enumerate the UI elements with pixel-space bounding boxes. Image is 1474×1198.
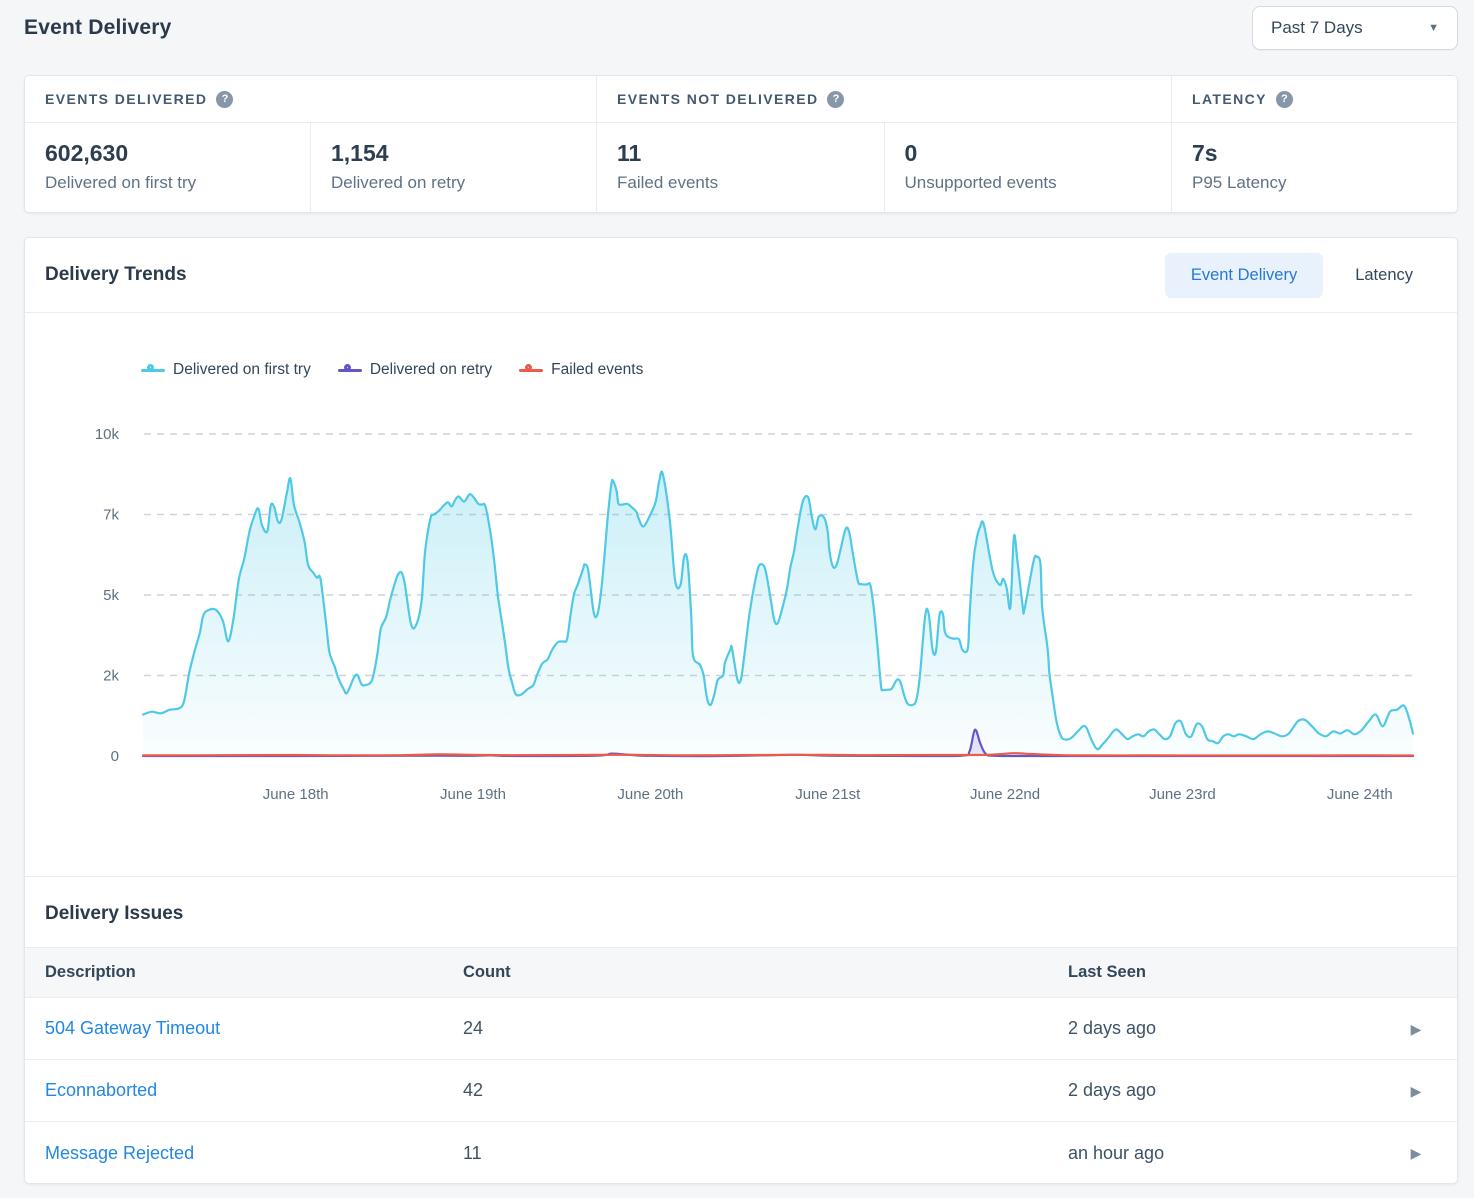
issue-link[interactable]: 504 Gateway Timeout bbox=[25, 1018, 463, 1039]
metric-value: 602,630 bbox=[45, 140, 290, 167]
trends-tabs: Event Delivery Latency bbox=[1165, 253, 1439, 298]
legend-item[interactable]: Failed events bbox=[519, 361, 643, 379]
legend-label: Delivered on retry bbox=[370, 361, 492, 379]
stat-group-body: 11 Failed events 0 Unsupported events bbox=[597, 123, 1171, 212]
x-axis-label: June 18th bbox=[263, 786, 329, 803]
y-axis-label: 5k bbox=[103, 587, 119, 604]
help-icon[interactable]: ? bbox=[1276, 91, 1293, 108]
table-header-row: Description Count Last Seen bbox=[25, 947, 1457, 998]
chevron-down-icon: ▼ bbox=[1428, 22, 1439, 34]
page-header: Event Delivery Past 7 Days ▼ bbox=[0, 0, 1474, 61]
page-title: Event Delivery bbox=[24, 16, 1458, 40]
delivery-issues-header: Delivery Issues bbox=[25, 876, 1457, 947]
stat-group-body: 602,630 Delivered on first try 1,154 Del… bbox=[25, 123, 596, 212]
delivery-trends-card: Delivery Trends Event Delivery Latency D… bbox=[24, 237, 1458, 1184]
chart-legend: Delivered on first try Delivered on retry… bbox=[141, 361, 643, 379]
chevron-right-icon[interactable]: ▶ bbox=[1411, 1146, 1422, 1160]
table-row: Econnaborted 42 2 days ago ▶ bbox=[25, 1060, 1457, 1122]
series-area-delivered-on-first-try bbox=[143, 472, 1413, 756]
issue-last-seen: an hour ago bbox=[1068, 1143, 1375, 1164]
issue-count: 42 bbox=[463, 1080, 1068, 1101]
help-icon[interactable]: ? bbox=[216, 91, 233, 108]
stat-group-latency: LATENCY ? 7s P95 Latency bbox=[1171, 76, 1457, 212]
time-range-dropdown[interactable]: Past 7 Days ▼ bbox=[1252, 6, 1458, 50]
metric-delivered-retry: 1,154 Delivered on retry bbox=[310, 123, 596, 212]
metric-label: Failed events bbox=[617, 173, 864, 193]
column-header-last-seen: Last Seen bbox=[1068, 963, 1375, 982]
stat-group-title: EVENTS DELIVERED bbox=[45, 91, 207, 107]
y-axis-label: 0 bbox=[111, 748, 119, 765]
time-range-value: Past 7 Days bbox=[1271, 18, 1363, 38]
stat-group-events-delivered: EVENTS DELIVERED ? 602,630 Delivered on … bbox=[25, 76, 596, 212]
tab-event-delivery[interactable]: Event Delivery bbox=[1165, 253, 1323, 298]
metric-label: Delivered on retry bbox=[331, 173, 576, 193]
issue-last-seen: 2 days ago bbox=[1068, 1080, 1375, 1101]
column-header-description: Description bbox=[25, 963, 463, 982]
x-axis-label: June 19th bbox=[440, 786, 506, 803]
stat-group-header: LATENCY ? bbox=[1172, 76, 1457, 123]
metric-value: 7s bbox=[1192, 140, 1437, 167]
issue-count: 11 bbox=[463, 1143, 1068, 1164]
summary-stats-card: EVENTS DELIVERED ? 602,630 Delivered on … bbox=[24, 75, 1458, 213]
help-icon[interactable]: ? bbox=[827, 91, 844, 108]
metric-label: Delivered on first try bbox=[45, 173, 290, 193]
tab-latency[interactable]: Latency bbox=[1329, 253, 1439, 298]
issue-count: 24 bbox=[463, 1018, 1068, 1039]
metric-failed-events: 11 Failed events bbox=[597, 123, 884, 212]
stat-group-events-not-delivered: EVENTS NOT DELIVERED ? 11 Failed events … bbox=[596, 76, 1171, 212]
trends-title: Delivery Trends bbox=[45, 264, 187, 286]
metric-value: 0 bbox=[905, 140, 1152, 167]
metric-value: 11 bbox=[617, 140, 864, 167]
stat-group-header: EVENTS DELIVERED ? bbox=[25, 76, 596, 123]
delivery-issues-title: Delivery Issues bbox=[45, 903, 1437, 925]
x-axis-label: June 24th bbox=[1327, 786, 1393, 803]
metric-label: P95 Latency bbox=[1192, 173, 1437, 193]
delivery-issues-table: Description Count Last Seen 504 Gateway … bbox=[25, 947, 1457, 1184]
table-row: 504 Gateway Timeout 24 2 days ago ▶ bbox=[25, 998, 1457, 1060]
y-axis-label: 10k bbox=[95, 426, 120, 443]
metric-value: 1,154 bbox=[331, 140, 576, 167]
y-axis-label: 7k bbox=[103, 507, 119, 524]
x-axis-label: June 22nd bbox=[970, 786, 1040, 803]
trend-chart-svg: 0 2k 5k 7k 10k June 18th June 19th June 20th Jun… bbox=[25, 313, 1457, 876]
metric-label: Unsupported events bbox=[905, 173, 1152, 193]
x-axis-label: June 23rd bbox=[1149, 786, 1216, 803]
issue-last-seen: 2 days ago bbox=[1068, 1018, 1375, 1039]
y-axis-label: 2k bbox=[103, 668, 119, 685]
stat-group-title: EVENTS NOT DELIVERED bbox=[617, 91, 818, 107]
table-row: Message Rejected 11 an hour ago ▶ bbox=[25, 1122, 1457, 1184]
stat-group-header: EVENTS NOT DELIVERED ? bbox=[597, 76, 1171, 123]
chevron-right-icon[interactable]: ▶ bbox=[1411, 1022, 1422, 1036]
legend-label: Delivered on first try bbox=[173, 361, 311, 379]
column-header-count: Count bbox=[463, 963, 1068, 982]
trends-header: Delivery Trends Event Delivery Latency bbox=[25, 238, 1457, 313]
issue-link[interactable]: Message Rejected bbox=[25, 1143, 463, 1164]
delivery-trends-chart: Delivered on first try Delivered on retry… bbox=[25, 313, 1457, 876]
chevron-right-icon[interactable]: ▶ bbox=[1411, 1084, 1422, 1098]
x-axis-label: June 20th bbox=[617, 786, 683, 803]
legend-marker-icon bbox=[338, 363, 362, 377]
metric-unsupported-events: 0 Unsupported events bbox=[884, 123, 1172, 212]
legend-marker-icon bbox=[141, 363, 165, 377]
legend-label: Failed events bbox=[551, 361, 643, 379]
legend-item[interactable]: Delivered on first try bbox=[141, 361, 311, 379]
legend-item[interactable]: Delivered on retry bbox=[338, 361, 492, 379]
metric-p95-latency: 7s P95 Latency bbox=[1172, 123, 1457, 212]
stat-group-body: 7s P95 Latency bbox=[1172, 123, 1457, 212]
metric-delivered-first-try: 602,630 Delivered on first try bbox=[25, 123, 310, 212]
stat-group-title: LATENCY bbox=[1192, 91, 1267, 107]
legend-marker-icon bbox=[519, 363, 543, 377]
event-delivery-page: Event Delivery Past 7 Days ▼ EVENTS DELI… bbox=[0, 0, 1474, 1198]
x-axis-label: June 21st bbox=[795, 786, 861, 803]
issue-link[interactable]: Econnaborted bbox=[25, 1080, 463, 1101]
